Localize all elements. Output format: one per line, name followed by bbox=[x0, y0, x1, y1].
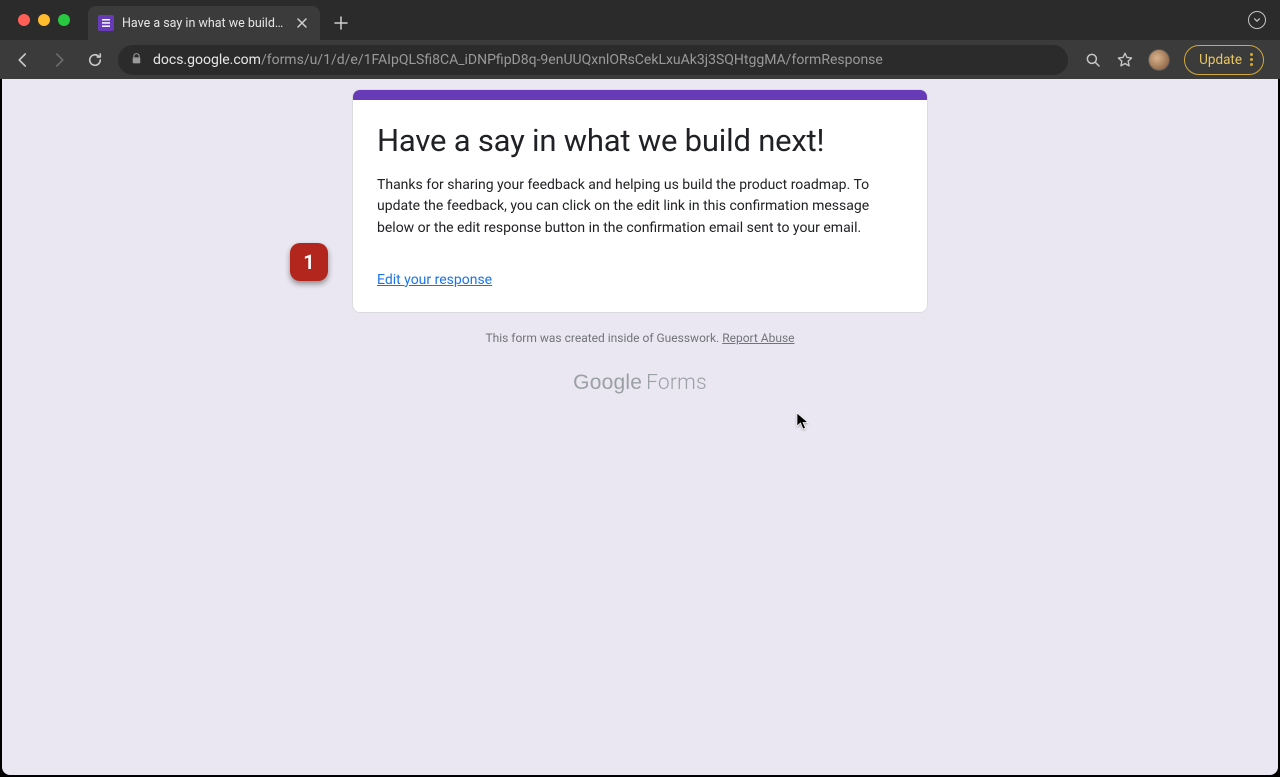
url-path: /forms/u/1/d/e/1FAIpQLSfi8CA_iDNPfipD8q-… bbox=[261, 52, 883, 68]
url-host: docs.google.com bbox=[153, 52, 261, 68]
maximize-window-button[interactable] bbox=[58, 14, 70, 26]
forward-button[interactable] bbox=[46, 47, 72, 73]
update-label: Update bbox=[1199, 52, 1242, 68]
form-description: Thanks for sharing your feedback and hel… bbox=[377, 175, 903, 240]
mouse-cursor-icon bbox=[796, 412, 810, 434]
close-window-button[interactable] bbox=[18, 14, 30, 26]
minimize-window-button[interactable] bbox=[38, 14, 50, 26]
form-container: Have a say in what we build next! Thanks… bbox=[352, 89, 928, 395]
brand-forms: Forms bbox=[646, 371, 707, 395]
menu-dots-icon bbox=[1250, 53, 1253, 66]
browser-toolbar: docs.google.com/forms/u/1/d/e/1FAIpQLSfi… bbox=[0, 40, 1280, 79]
toolbar-right: Update bbox=[1078, 45, 1270, 75]
back-button[interactable] bbox=[10, 47, 36, 73]
page-viewport: Have a say in what we build next! Thanks… bbox=[2, 79, 1278, 775]
disclaimer-text: This form was created inside of Guesswor… bbox=[485, 331, 722, 345]
forms-favicon-icon bbox=[98, 15, 114, 31]
lock-icon bbox=[130, 50, 143, 69]
confirmation-card: Have a say in what we build next! Thanks… bbox=[352, 89, 928, 313]
google-forms-brand[interactable]: GoogleForms bbox=[352, 371, 928, 395]
address-bar[interactable]: docs.google.com/forms/u/1/d/e/1FAIpQLSfi… bbox=[118, 45, 1068, 75]
form-disclaimer: This form was created inside of Guesswor… bbox=[352, 331, 928, 345]
search-icon[interactable] bbox=[1084, 51, 1102, 69]
tab-title: Have a say in what we build ne bbox=[122, 16, 286, 31]
url-text: docs.google.com/forms/u/1/d/e/1FAIpQLSfi… bbox=[153, 52, 883, 68]
annotation-badge-1: 1 bbox=[290, 243, 328, 281]
tab-overflow-icon[interactable] bbox=[1248, 11, 1266, 29]
browser-chrome: Have a say in what we build ne docs.go bbox=[0, 0, 1280, 79]
browser-tab[interactable]: Have a say in what we build ne bbox=[88, 6, 320, 40]
profile-avatar[interactable] bbox=[1148, 49, 1170, 71]
form-title: Have a say in what we build next! bbox=[377, 122, 903, 161]
edit-response-link[interactable]: Edit your response bbox=[377, 272, 492, 288]
tab-close-button[interactable] bbox=[294, 15, 310, 31]
report-abuse-link[interactable]: Report Abuse bbox=[722, 331, 794, 345]
brand-google: Google bbox=[573, 371, 642, 394]
update-button[interactable]: Update bbox=[1184, 45, 1264, 75]
window-controls bbox=[8, 14, 88, 26]
bookmark-star-icon[interactable] bbox=[1116, 51, 1134, 69]
tab-strip: Have a say in what we build ne bbox=[0, 0, 1280, 40]
new-tab-button[interactable] bbox=[320, 6, 362, 40]
annotation-badge-1-label: 1 bbox=[303, 250, 314, 274]
reload-button[interactable] bbox=[82, 47, 108, 73]
